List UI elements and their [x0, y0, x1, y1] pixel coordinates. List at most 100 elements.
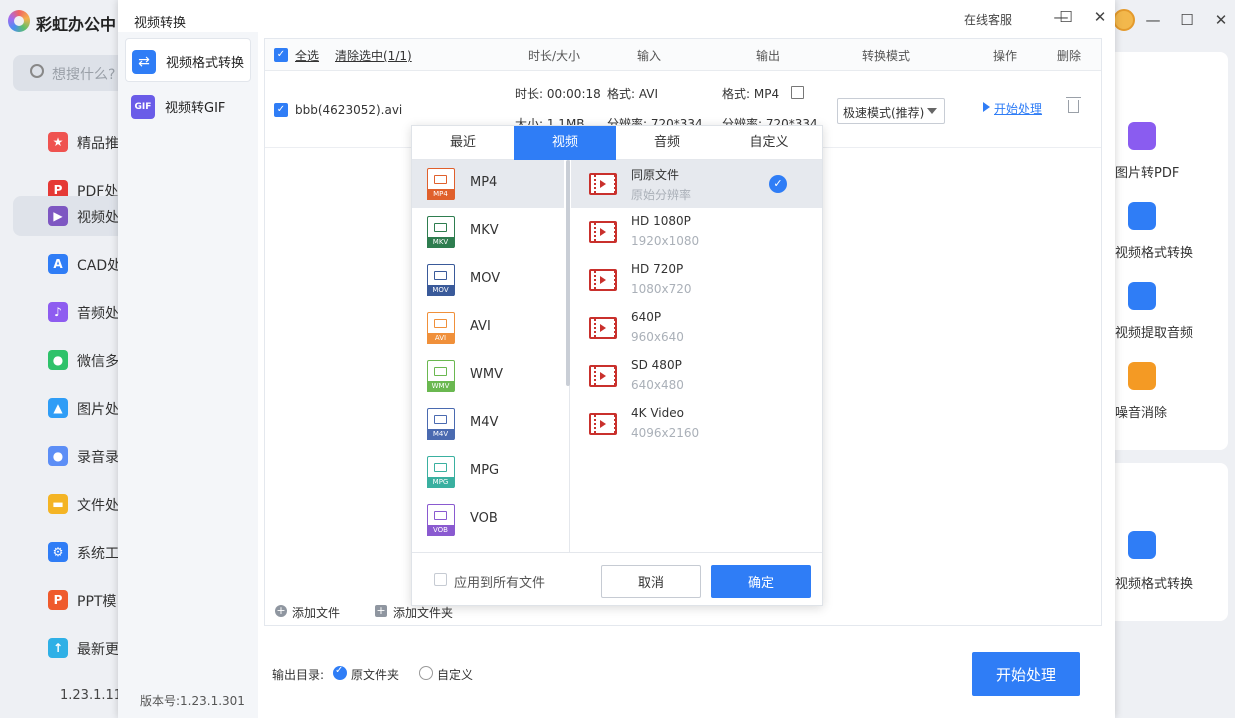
- maximize-icon[interactable]: ☐: [1057, 8, 1075, 26]
- sidebar-item-label: 最新更: [77, 642, 119, 658]
- resolution-name: 4K Video: [631, 406, 684, 420]
- ok-button[interactable]: 确定: [711, 565, 811, 598]
- convert-mode-value: 极速模式(推荐): [843, 106, 925, 120]
- tool-label[interactable]: 视频格式转换: [1115, 573, 1193, 592]
- resolution-item-original[interactable]: 同原文件 原始分辨率 ✓: [571, 160, 822, 208]
- mkv-file-icon: MKV: [427, 216, 455, 248]
- sidebar-item-cad[interactable]: A CAD处: [0, 244, 121, 284]
- add-folder-button[interactable]: 添加文件夹: [393, 604, 453, 621]
- format-item-mp4[interactable]: MP4 MP4: [412, 160, 564, 208]
- start-process-link[interactable]: 开始处理: [994, 100, 1042, 117]
- file-checkbox[interactable]: ✓: [274, 103, 288, 117]
- col-convert-mode: 转换模式: [862, 49, 911, 63]
- film-icon: [589, 317, 617, 339]
- play-icon[interactable]: [983, 102, 990, 112]
- format-item-mpg[interactable]: MPG MPG: [412, 448, 564, 496]
- output-dir-label: 输出目录:: [272, 668, 325, 682]
- version-text: 版本号:1.23.1.301: [140, 694, 245, 708]
- wmv-file-icon: WMV: [427, 360, 455, 392]
- star-icon: ★: [48, 132, 68, 152]
- format-label: MPG: [470, 463, 500, 478]
- sidebar-item-record[interactable]: ● 录音录: [0, 436, 119, 476]
- format-tabs: 最近 视频 音频 自定义: [412, 126, 822, 160]
- video-icon: ▶: [48, 206, 68, 226]
- resolution-item-720p[interactable]: HD 720P 1080x720: [571, 256, 822, 304]
- format-item-vob[interactable]: VOB VOB: [412, 496, 564, 544]
- tab-video[interactable]: 视频: [514, 126, 616, 160]
- file-list-header: ✓ 全选 清除选中(1/1) 时长/大小 输入 输出 转换模式 操作 删除: [265, 39, 1101, 71]
- output-format: 格式: MP4: [722, 87, 780, 101]
- resolution-size: 640x480: [631, 378, 684, 392]
- minimize-icon[interactable]: —: [1143, 10, 1163, 30]
- format-item-mov[interactable]: MOV MOV: [412, 256, 564, 304]
- film-icon: [589, 221, 617, 243]
- tool-label[interactable]: 噪音消除: [1115, 402, 1167, 421]
- resolution-item-480p[interactable]: SD 480P 640x480: [571, 352, 822, 400]
- output-custom-radio[interactable]: [419, 666, 433, 680]
- trash-icon[interactable]: [1066, 97, 1081, 113]
- output-custom-label[interactable]: 自定义: [437, 666, 473, 683]
- sidebar-item-label: 图片处: [77, 402, 119, 418]
- output-original-radio[interactable]: [333, 665, 347, 680]
- resolution-item-1080p[interactable]: HD 1080P 1920x1080: [571, 208, 822, 256]
- format-popup: 最近 视频 音频 自定义 MP4 MP4 MKV MKV MOV MOV AVI…: [411, 125, 823, 606]
- sidebar-item-wechat[interactable]: ● 微信多: [0, 340, 119, 380]
- format-item-m4v[interactable]: M4V M4V: [412, 400, 564, 448]
- resolution-name: 同原文件: [631, 168, 680, 182]
- tool-label[interactable]: 视频提取音频: [1115, 322, 1193, 341]
- add-folder-icon[interactable]: +: [375, 605, 387, 617]
- close-icon[interactable]: ✕: [1211, 10, 1231, 30]
- avatar[interactable]: [1113, 9, 1135, 31]
- sidebar-item-audio[interactable]: ♪ 音频处: [0, 292, 119, 332]
- mode-video-convert[interactable]: ⇄ 视频格式转换: [125, 38, 251, 82]
- convert-mode-select[interactable]: 极速模式(推荐): [837, 98, 945, 124]
- tool-label[interactable]: 视频格式转换: [1115, 242, 1193, 261]
- cancel-button[interactable]: 取消: [601, 565, 701, 598]
- m4v-file-icon: M4V: [427, 408, 455, 440]
- apply-all-label[interactable]: 应用到所有文件: [454, 572, 545, 591]
- resolution-item-4k[interactable]: 4K Video 4096x2160: [571, 400, 822, 448]
- resolution-size: 原始分辨率: [631, 188, 692, 202]
- resolution-name: SD 480P: [631, 358, 682, 372]
- tab-audio[interactable]: 音频: [616, 126, 718, 160]
- mode-video-to-gif[interactable]: GIF 视频转GIF: [125, 84, 251, 128]
- format-item-mkv[interactable]: MKV MKV: [412, 208, 564, 256]
- edit-icon[interactable]: [791, 86, 804, 99]
- vob-file-icon: VOB: [427, 504, 455, 536]
- sidebar-item-label: 精品推: [77, 136, 119, 152]
- app-version: 1.23.1.11: [60, 688, 123, 703]
- add-file-icon[interactable]: +: [275, 605, 287, 617]
- film-icon: [589, 269, 617, 291]
- sidebar-item-system[interactable]: ⚙ 系统工: [0, 532, 119, 572]
- apply-all-checkbox[interactable]: [434, 573, 447, 586]
- sidebar-item-file[interactable]: ▬ 文件处: [0, 484, 119, 524]
- close-icon[interactable]: ✕: [1091, 8, 1109, 26]
- sidebar-item-image[interactable]: ▲ 图片处: [0, 388, 119, 428]
- video-convert-icon: [1128, 202, 1156, 230]
- resolution-item-640p[interactable]: 640P 960x640: [571, 304, 822, 352]
- online-service-link[interactable]: 在线客服: [964, 11, 1012, 28]
- add-file-button[interactable]: 添加文件: [292, 604, 340, 621]
- select-all-checkbox[interactable]: ✓: [274, 48, 288, 62]
- output-original-label[interactable]: 原文件夹: [351, 666, 399, 683]
- resolution-name: HD 720P: [631, 262, 684, 276]
- resolution-size: 1920x1080: [631, 234, 700, 248]
- check-icon: ✓: [769, 175, 787, 193]
- tab-custom[interactable]: 自定义: [718, 126, 820, 160]
- cad-icon: A: [48, 254, 68, 274]
- select-all-link[interactable]: 全选: [295, 47, 319, 64]
- film-icon: [589, 413, 617, 435]
- format-label: MKV: [470, 223, 499, 238]
- sidebar-item-ppt[interactable]: P PPT模: [0, 580, 118, 620]
- sidebar-item-featured[interactable]: ★ 精品推: [0, 122, 119, 162]
- maximize-icon[interactable]: ☐: [1177, 10, 1197, 30]
- format-item-wmv[interactable]: WMV WMV: [412, 352, 564, 400]
- tab-recent[interactable]: 最近: [412, 126, 514, 160]
- format-item-avi[interactable]: AVI AVI: [412, 304, 564, 352]
- clear-selected-link[interactable]: 清除选中(1/1): [335, 47, 412, 64]
- start-process-button[interactable]: 开始处理: [972, 652, 1080, 696]
- tool-label[interactable]: 图片转PDF: [1115, 162, 1179, 181]
- format-list-scrollbar[interactable]: [566, 160, 570, 386]
- sidebar-item-update[interactable]: ↑ 最新更: [0, 628, 119, 668]
- sidebar-item-label: 文件处: [77, 498, 119, 514]
